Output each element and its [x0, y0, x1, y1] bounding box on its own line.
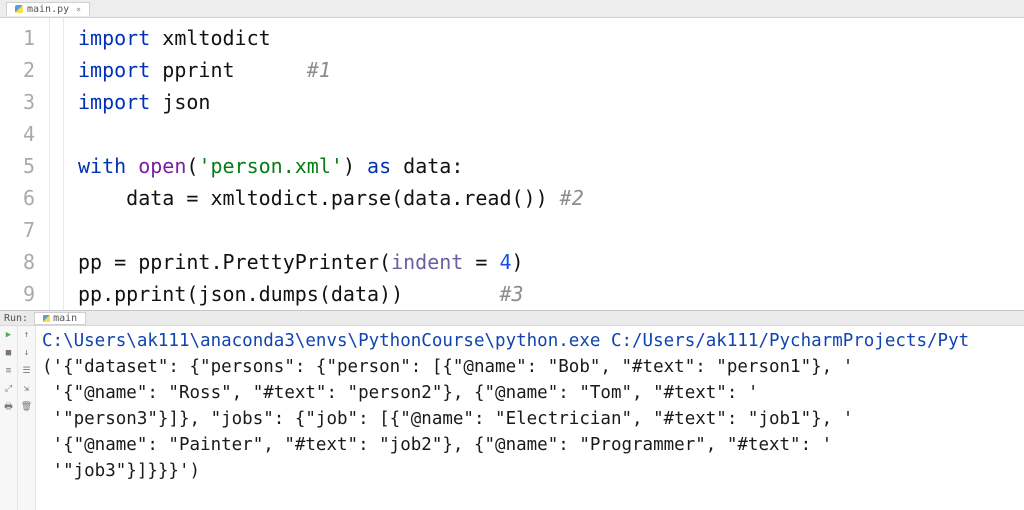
line-number: 3 [0, 86, 49, 118]
up-button[interactable]: ↑ [21, 329, 33, 341]
code-text: data = xmltodict.parse(data.read()) [126, 186, 559, 210]
rerun-button[interactable]: ▶ [3, 329, 15, 341]
line-number: 7 [0, 214, 49, 246]
console-panel: ▶ ■ ≡ ⤢ 🖶 ↑ ↓ ☰ ⇲ 🗑 C:\Users\ak111\anaco… [0, 326, 1024, 510]
line-number: 6 [0, 182, 49, 214]
code-editor[interactable]: 1 2 3 4 5 6 7 8 9 import xmltodict impor… [0, 18, 1024, 310]
scroll-button[interactable]: ⇲ [21, 383, 33, 395]
number: 4 [499, 250, 511, 274]
identifier: pprint [162, 58, 234, 82]
keyword: import [78, 58, 150, 82]
keyword: import [78, 90, 150, 114]
line-number: 4 [0, 118, 49, 150]
print-button[interactable]: 🖶 [3, 401, 15, 413]
operator: = [463, 250, 499, 274]
run-label: Run: [4, 313, 28, 324]
run-config-tab[interactable]: main [34, 312, 86, 325]
code-area[interactable]: import xmltodict import pprint #1 import… [64, 18, 584, 310]
run-config-name: main [53, 313, 77, 324]
python-file-icon [15, 5, 23, 13]
line-number: 2 [0, 54, 49, 86]
command-line: C:\Users\ak111\anaconda3\envs\PythonCour… [42, 331, 969, 351]
string: 'person.xml' [198, 154, 343, 178]
code-text: pp = pprint.PrettyPrinter( [78, 250, 391, 274]
keyword: as [367, 154, 391, 178]
code-text: pp.pprint(json.dumps(data)) [78, 282, 499, 306]
close-icon[interactable]: × [76, 5, 81, 14]
run-toolbar-right: ↑ ↓ ☰ ⇲ 🗑 [18, 326, 36, 510]
line-number: 9 [0, 278, 49, 310]
stdout: ('{"dataset": {"persons": {"person": [{"… [42, 357, 853, 481]
editor-tab-bar: main.py × [0, 0, 1024, 18]
layout-button[interactable]: ≡ [3, 365, 15, 377]
keyword: with [78, 154, 126, 178]
paren: ) [343, 154, 367, 178]
console-output[interactable]: C:\Users\ak111\anaconda3\envs\PythonCour… [36, 326, 1024, 510]
run-toolbar-left: ▶ ■ ≡ ⤢ 🖶 [0, 326, 18, 510]
fold-stripe [50, 18, 64, 310]
file-tab[interactable]: main.py × [6, 2, 90, 16]
indent [78, 186, 126, 210]
identifier: json [162, 90, 210, 114]
comment: #1 [307, 58, 331, 82]
identifier: data: [391, 154, 463, 178]
paren: ( [186, 154, 198, 178]
down-button[interactable]: ↓ [21, 347, 33, 359]
line-number: 8 [0, 246, 49, 278]
line-number: 1 [0, 22, 49, 54]
python-icon [43, 315, 50, 322]
delete-button[interactable]: 🗑 [21, 401, 33, 413]
identifier: xmltodict [162, 26, 270, 50]
line-number: 5 [0, 150, 49, 182]
builtin: open [138, 154, 186, 178]
stop-button[interactable]: ■ [3, 347, 15, 359]
tab-filename: main.py [27, 4, 69, 15]
soft-wrap-button[interactable]: ⤢ [3, 383, 15, 395]
comment: #3 [499, 282, 523, 306]
line-number-gutter: 1 2 3 4 5 6 7 8 9 [0, 18, 50, 310]
kwarg: indent [391, 250, 463, 274]
paren: ) [512, 250, 524, 274]
keyword: import [78, 26, 150, 50]
filters-button[interactable]: ☰ [21, 365, 33, 377]
run-tool-header: Run: main [0, 310, 1024, 326]
comment: #2 [560, 186, 584, 210]
